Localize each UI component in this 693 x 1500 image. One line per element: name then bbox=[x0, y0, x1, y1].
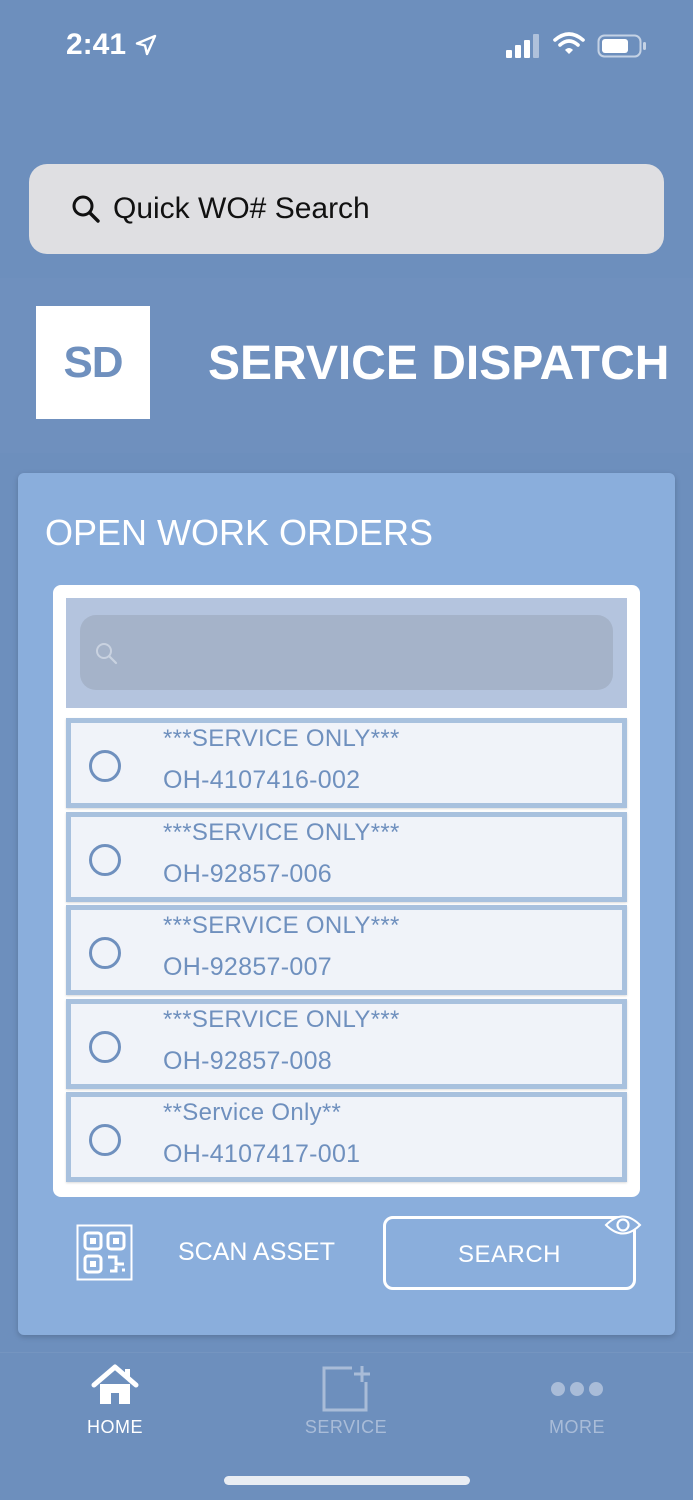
work-order-item[interactable]: ***SERVICE ONLY*** OH-92857-008 bbox=[66, 999, 627, 1089]
work-order-number: OH-92857-007 bbox=[163, 953, 332, 981]
work-order-item[interactable]: ***SERVICE ONLY*** OH-92857-006 bbox=[66, 812, 627, 902]
home-indicator[interactable] bbox=[224, 1476, 470, 1485]
status-bar: 2:41 bbox=[0, 0, 693, 92]
qr-code-icon bbox=[76, 1224, 133, 1281]
tab-home[interactable]: HOME bbox=[45, 1360, 185, 1450]
radio-button[interactable] bbox=[89, 750, 121, 782]
battery-icon bbox=[597, 34, 646, 58]
eye-icon[interactable] bbox=[604, 1214, 642, 1236]
quick-wo-search-input[interactable]: Quick WO# Search bbox=[29, 164, 664, 254]
work-order-item[interactable]: ***SERVICE ONLY*** OH-4107416-002 bbox=[66, 718, 627, 808]
scan-asset-label[interactable]: SCAN ASSET bbox=[178, 1238, 335, 1267]
radio-button[interactable] bbox=[89, 1031, 121, 1063]
work-order-type: ***SERVICE ONLY*** bbox=[163, 819, 400, 846]
tab-more[interactable]: MORE bbox=[507, 1360, 647, 1450]
more-dots-icon bbox=[551, 1382, 603, 1396]
tab-service[interactable]: SERVICE bbox=[276, 1360, 416, 1450]
tab-service-label: SERVICE bbox=[304, 1417, 388, 1437]
add-square-icon bbox=[322, 1366, 370, 1412]
work-order-number: OH-92857-006 bbox=[163, 860, 332, 888]
work-order-type: ***SERVICE ONLY*** bbox=[163, 1006, 400, 1033]
radio-button[interactable] bbox=[89, 844, 121, 876]
status-time: 2:41 bbox=[66, 28, 127, 61]
search-button[interactable]: SEARCH bbox=[383, 1216, 636, 1290]
radio-button[interactable] bbox=[89, 1124, 121, 1156]
scan-asset-button[interactable] bbox=[76, 1224, 133, 1281]
work-order-number: OH-92857-008 bbox=[163, 1047, 332, 1075]
logo-text: SD bbox=[63, 337, 123, 387]
open-work-orders-title: OPEN WORK ORDERS bbox=[45, 512, 434, 553]
work-order-type: ***SERVICE ONLY*** bbox=[163, 912, 400, 939]
work-order-filter-input[interactable] bbox=[80, 615, 613, 690]
work-order-number: OH-4107417-001 bbox=[163, 1140, 361, 1168]
location-arrow-icon bbox=[135, 34, 157, 56]
work-order-type: ***SERVICE ONLY*** bbox=[163, 725, 400, 752]
quick-search-placeholder: Quick WO# Search bbox=[113, 192, 370, 225]
brand-logo: SD bbox=[36, 306, 150, 419]
radio-button[interactable] bbox=[89, 937, 121, 969]
cellular-signal-icon bbox=[506, 34, 539, 58]
work-order-type: **Service Only** bbox=[163, 1099, 342, 1126]
tab-more-label: MORE bbox=[549, 1417, 605, 1437]
tab-home-label: HOME bbox=[87, 1417, 143, 1437]
brand-title: SERVICE DISPATCH bbox=[208, 337, 670, 390]
search-button-label: SEARCH bbox=[457, 1241, 562, 1268]
work-order-item[interactable]: ***SERVICE ONLY*** OH-92857-007 bbox=[66, 905, 627, 995]
wifi-icon bbox=[553, 32, 585, 54]
work-order-item[interactable]: **Service Only** OH-4107417-001 bbox=[66, 1092, 627, 1182]
work-order-number: OH-4107416-002 bbox=[163, 766, 361, 794]
search-icon bbox=[72, 195, 100, 223]
home-icon bbox=[91, 1364, 139, 1404]
search-icon bbox=[96, 643, 118, 665]
